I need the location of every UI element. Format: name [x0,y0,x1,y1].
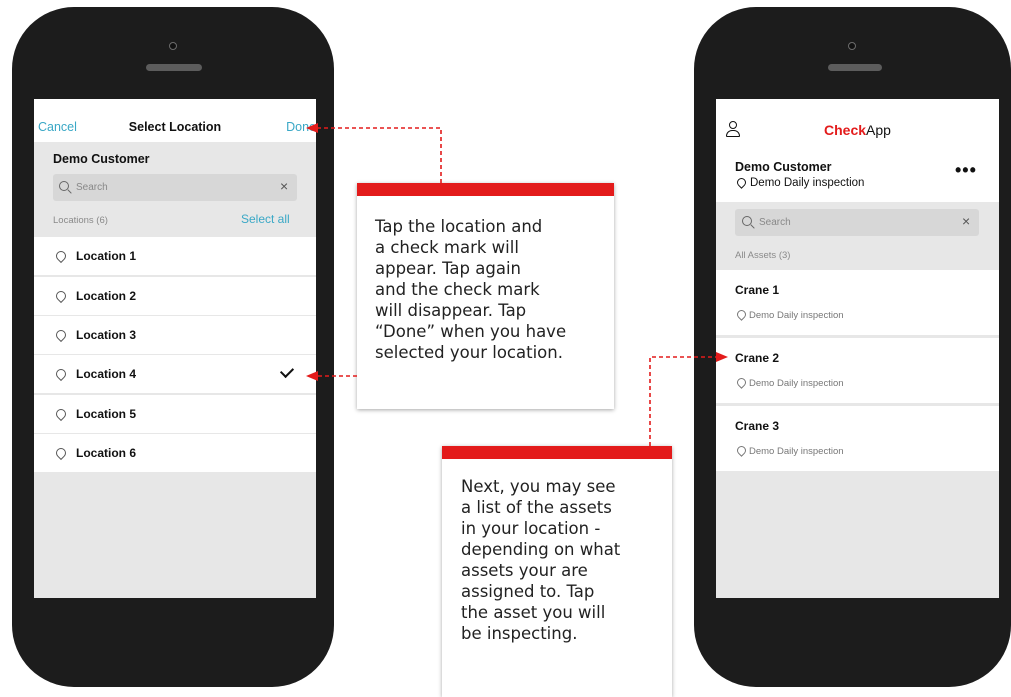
arrowhead [306,371,318,381]
callout-pointer-lines [306,123,728,446]
arrowhead [716,352,728,362]
pointer-to-done [318,127,442,183]
pointer-to-crane-2 [649,356,716,446]
arrowhead [306,123,318,133]
